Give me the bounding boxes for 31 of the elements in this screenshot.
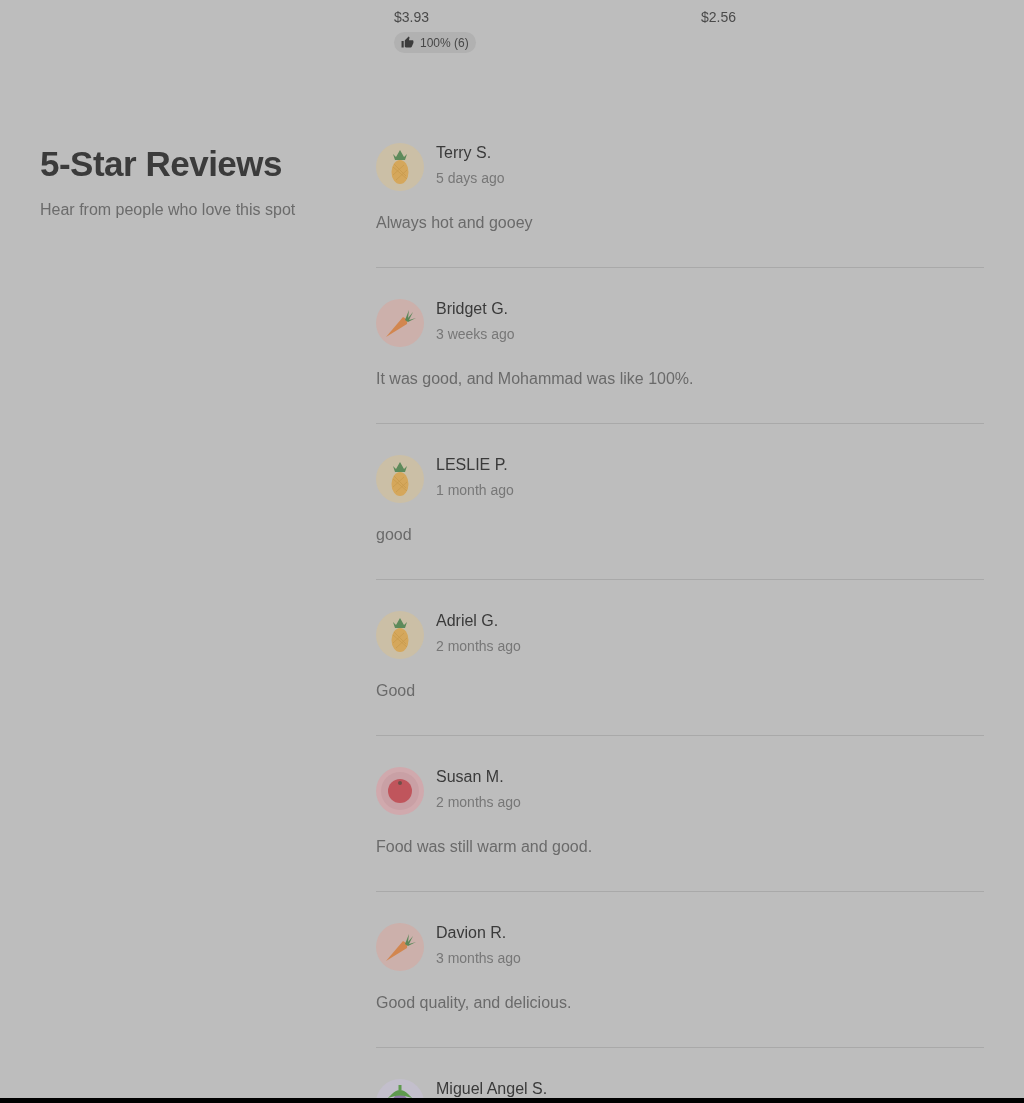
review-text: good — [376, 525, 413, 545]
tomato-avatar-icon — [376, 767, 424, 815]
review-text: Good quality, and delicious. — [376, 993, 573, 1013]
reviewer-name: Adriel G. — [436, 612, 500, 630]
review-time: 2 months ago — [436, 793, 521, 811]
review-text: Always hot and gooey — [376, 213, 534, 233]
reviewer-name: Susan M. — [436, 768, 505, 786]
pineapple-avatar-icon — [376, 143, 424, 191]
review-time: 5 days ago — [436, 169, 505, 187]
reviewer-name: Davion R. — [436, 924, 508, 942]
carrot-avatar-icon — [376, 923, 424, 971]
review-time: 3 months ago — [436, 949, 521, 967]
review-text: It was good, and Mohammad was like 100%. — [376, 369, 695, 389]
reviewer-name: Terry S. — [436, 144, 493, 162]
section-subtitle: Hear from people who love this spot — [40, 200, 297, 220]
reviewer-name: Bridget G. — [436, 300, 510, 318]
pineapple-avatar-icon — [376, 455, 424, 503]
review-time: 1 month ago — [436, 481, 514, 499]
reviewer-name: Miguel Angel S. — [436, 1080, 548, 1098]
section-title: 5-Star Reviews — [40, 143, 284, 185]
thumbs-up-icon — [401, 36, 414, 49]
product-price: $2.56 — [701, 8, 737, 26]
review-time: 2 months ago — [436, 637, 521, 655]
pineapple-avatar-icon — [376, 611, 424, 659]
rating-text: 100% (6) — [420, 35, 469, 50]
review-time: 3 weeks ago — [436, 325, 515, 343]
product-price: $3.93 — [394, 8, 430, 26]
review-text: Good — [376, 681, 417, 701]
carrot-avatar-icon — [376, 299, 424, 347]
review-text: Food was still warm and good. — [376, 837, 594, 857]
reviewer-name: LESLIE P. — [436, 456, 509, 474]
